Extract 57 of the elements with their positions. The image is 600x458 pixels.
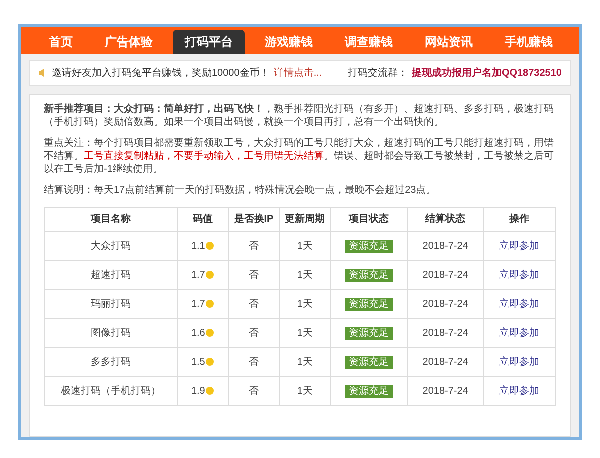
status-badge: 资源充足 <box>344 298 393 310</box>
table-cell: 1天 <box>280 348 331 376</box>
coin-icon <box>206 358 214 366</box>
coin-icon <box>206 387 214 395</box>
table-cell: 否 <box>228 260 280 290</box>
column-header: 结算状态 <box>407 208 484 232</box>
status-badge: 资源充足 <box>344 268 393 282</box>
table-cell: 否 <box>228 232 280 260</box>
table-cell: 玛丽打码 <box>44 290 178 318</box>
table-cell: 2018-7-24 <box>407 348 484 376</box>
table-cell-text: 1.7 <box>191 268 206 282</box>
table-cell: 否 <box>228 348 280 376</box>
table-cell: 2018-7-24 <box>407 260 484 290</box>
table-cell: 2018-7-24 <box>407 318 484 348</box>
table-cell: 1天 <box>280 232 331 260</box>
group-label: 打码交流群： <box>348 66 408 80</box>
column-header: 是否换IP <box>228 208 280 232</box>
table-cell-text: 1.1 <box>191 240 206 254</box>
table-cell-text: 1.6 <box>191 326 206 340</box>
info-paragraph: 重点关注：每个打码项目都需要重新领取工号，大众打码的工号只能打大众，超速打码的工号只能打超速打码，用错不结算。工号直接复制粘贴，不要手动输入，工号用错无法结算。错误、超时都会导致工号被禁封，工号被禁之后可以在工号后加-1继续使用。 <box>44 137 555 176</box>
status-badge: 资源充足 <box>344 384 393 398</box>
table-cell: 1天 <box>280 376 331 406</box>
info-paragraph: 结算说明：每天17点前结算前一天的打码数据，特殊情况会晚一点，最晚不会超过23点。 <box>44 184 438 197</box>
table-cell: 大众打码 <box>44 232 178 260</box>
table-cell: 超速打码 <box>44 260 178 290</box>
table-cell: 多多打码 <box>44 348 178 376</box>
notice-text: 邀请好友加入打码兔平台赚钱，奖励10000金币！ <box>52 66 270 80</box>
info-paragraph: 新手推荐项目：大众打码：简单好打，出码飞快！，熟手推荐阳光打码（有多开）、超速打码、多多打码，极速打码（手机打码）奖励倍数高。如果一个项目出码慢，就换一个项目再打，总有一个出码快的。 <box>44 103 555 129</box>
table-cell: 1天 <box>280 290 331 318</box>
column-header: 项目名称 <box>44 208 178 232</box>
status-badge: 资源充足 <box>344 356 393 368</box>
coin-icon <box>206 300 214 308</box>
coin-icon <box>206 271 214 279</box>
group-text: 提现成功报用户名加QQ18732510 <box>412 66 562 80</box>
table-cell: 1天 <box>280 260 331 290</box>
column-header: 操作 <box>484 208 556 232</box>
table-cell-text: 1.9 <box>191 384 206 398</box>
coin-icon <box>206 329 214 337</box>
table-cell: 极速打码（手机打码） <box>44 376 178 406</box>
column-header: 码值 <box>177 208 228 232</box>
column-header: 项目状态 <box>330 208 408 232</box>
nav-tab[interactable]: 打码平台 <box>173 30 245 54</box>
status-badge: 资源充足 <box>344 240 393 252</box>
table-cell: 否 <box>228 290 280 318</box>
table-cell: 否 <box>228 376 280 406</box>
table-cell: 2018-7-24 <box>407 290 484 318</box>
table-cell: 2018-7-24 <box>407 232 484 260</box>
coin-icon <box>206 242 214 250</box>
table-cell: 否 <box>228 318 280 348</box>
table-cell: 2018-7-24 <box>407 376 484 406</box>
table-cell-text: 1.7 <box>191 298 206 312</box>
status-badge: 资源充足 <box>344 326 393 340</box>
details-link[interactable]: 详情点击... <box>274 66 322 80</box>
table-cell: 图像打码 <box>44 318 178 348</box>
table-cell-text: 1.5 <box>191 356 206 370</box>
column-header: 更新周期 <box>280 208 331 232</box>
table-cell: 1天 <box>280 318 331 348</box>
